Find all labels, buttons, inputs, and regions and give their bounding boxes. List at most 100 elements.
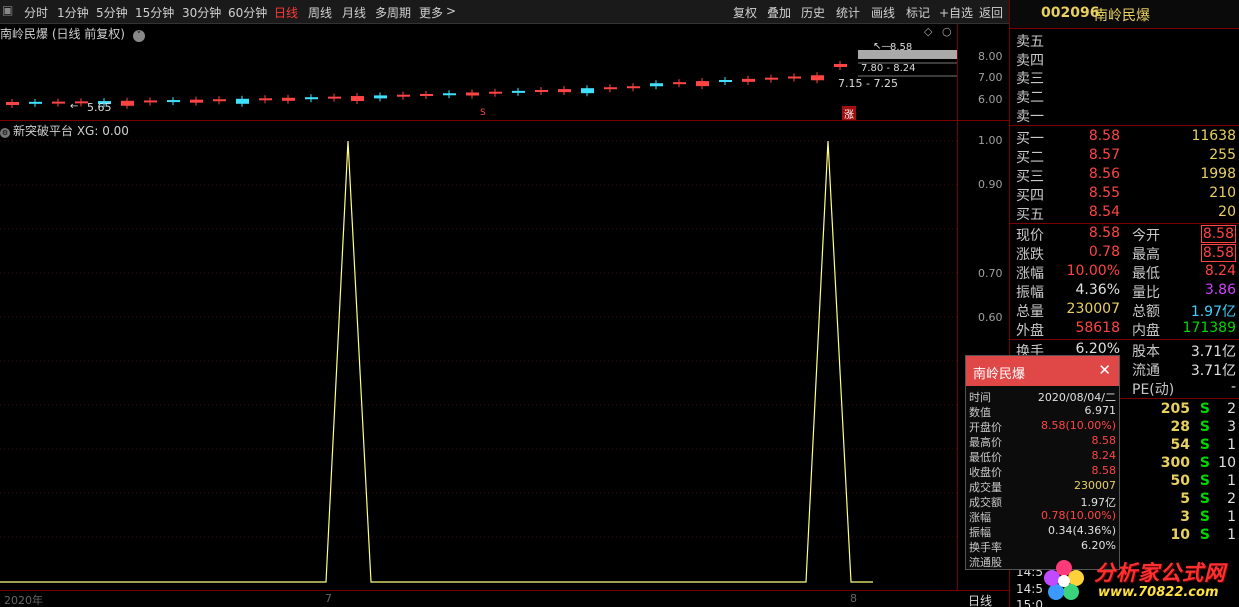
candle-body[interactable] xyxy=(190,99,203,103)
tooltip-key: 振幅 xyxy=(969,526,991,539)
restore-rights-button[interactable]: 复权 xyxy=(733,4,757,21)
period-tab-intraday[interactable]: 分时 xyxy=(24,4,48,21)
candle-body[interactable] xyxy=(719,80,732,83)
candle-body[interactable] xyxy=(167,100,180,103)
more-chevron-icon[interactable]: > xyxy=(446,4,456,18)
bid-row[interactable]: 买三 8.56 1998 xyxy=(1010,166,1239,185)
ask-row[interactable]: 卖一 xyxy=(1010,106,1239,125)
candle-body[interactable] xyxy=(29,101,42,104)
bid-price: 8.55 xyxy=(1088,185,1120,201)
candle-body[interactable] xyxy=(489,91,502,94)
candle-body[interactable] xyxy=(466,92,479,96)
period-tab-more[interactable]: 更多 xyxy=(419,4,443,21)
candle-body[interactable] xyxy=(811,75,824,81)
tick-side: S xyxy=(1199,455,1210,471)
ask-row[interactable]: 卖二 xyxy=(1010,87,1239,106)
candle-body[interactable] xyxy=(6,102,19,105)
candle-body[interactable] xyxy=(581,88,594,94)
candle-body[interactable] xyxy=(443,93,456,96)
candle-body[interactable] xyxy=(742,78,755,82)
candle-body[interactable] xyxy=(650,83,663,87)
history-button[interactable]: 历史 xyxy=(801,4,825,21)
period-tab-5min[interactable]: 5分钟 xyxy=(96,4,128,21)
bid-row[interactable]: 买二 8.57 255 xyxy=(1010,147,1239,166)
bid-row[interactable]: 买四 8.55 210 xyxy=(1010,185,1239,204)
ask-row[interactable]: 卖五 xyxy=(1010,31,1239,50)
tooltip-row: 收盘价 8.58 xyxy=(966,464,1119,479)
tick-time: 15:0 xyxy=(1016,598,1043,607)
candle-body[interactable] xyxy=(121,100,134,106)
stat-label: 股本 xyxy=(1132,344,1160,360)
tick-side: S xyxy=(1199,437,1210,453)
tooltip-value: 8.58(10.00%) xyxy=(1040,419,1116,432)
stat-label: 今开 xyxy=(1132,228,1160,244)
candle-body[interactable] xyxy=(52,101,65,104)
tooltip-row: 涨幅 0.78(10.00%) xyxy=(966,509,1119,524)
period-tab-15min[interactable]: 15分钟 xyxy=(135,4,174,21)
candle-body[interactable] xyxy=(834,64,847,67)
tooltip-row: 开盘价 8.58(10.00%) xyxy=(966,419,1119,434)
candle-body[interactable] xyxy=(420,94,433,96)
candle-body[interactable] xyxy=(512,90,525,93)
candle-body[interactable] xyxy=(397,94,410,97)
candle-body[interactable] xyxy=(627,86,640,89)
candle-body[interactable] xyxy=(788,76,801,79)
range-label-1: 7.80 - 8.24 xyxy=(861,63,916,74)
tooltip-key: 涨幅 xyxy=(969,511,991,524)
candle-body[interactable] xyxy=(604,87,617,90)
period-tab-monthly[interactable]: 月线 xyxy=(342,4,366,21)
candle-body[interactable] xyxy=(282,97,295,101)
candle-body[interactable] xyxy=(351,96,364,102)
watermark: 分析家公式网 www.70822.com xyxy=(1040,553,1239,607)
bid-label: 买二 xyxy=(1016,150,1044,166)
stat-label: PE(动) xyxy=(1132,382,1175,398)
back-button[interactable]: 返回 xyxy=(979,4,1003,21)
amplitude: 4.36% xyxy=(1075,282,1120,298)
pe-ratio: - xyxy=(1230,379,1236,395)
statistics-button[interactable]: 统计 xyxy=(836,4,860,21)
bid-row[interactable]: 买五 8.54 20 xyxy=(1010,204,1239,223)
ask-row[interactable]: 卖三 xyxy=(1010,68,1239,87)
menu-icon[interactable]: ▣ xyxy=(2,3,13,17)
candle-body[interactable] xyxy=(374,95,387,99)
candle-body[interactable] xyxy=(236,98,249,104)
period-tab-multi[interactable]: 多周期 xyxy=(375,4,411,21)
candle-body[interactable] xyxy=(673,82,686,85)
period-tab-weekly[interactable]: 周线 xyxy=(308,4,332,21)
tick-count: 1 xyxy=(1227,527,1236,543)
signal-s-marker[interactable]: S xyxy=(480,108,486,118)
add-watchlist-button[interactable]: +自选 xyxy=(939,4,973,21)
limit-up-marker[interactable]: 涨 xyxy=(842,106,856,121)
divider xyxy=(1010,339,1239,340)
mark-button[interactable]: 标记 xyxy=(906,4,930,21)
close-icon[interactable]: ✕ xyxy=(1098,361,1111,379)
tick-count: 1 xyxy=(1227,473,1236,489)
period-tab-1min[interactable]: 1分钟 xyxy=(57,4,89,21)
tick-side: S xyxy=(1199,473,1210,489)
period-tab-30min[interactable]: 30分钟 xyxy=(182,4,221,21)
indicator-chart[interactable] xyxy=(0,121,957,590)
candle-body[interactable] xyxy=(558,89,571,93)
stat-label: 最低 xyxy=(1132,266,1160,282)
candle-body[interactable] xyxy=(213,99,226,102)
candle-body[interactable] xyxy=(259,98,272,101)
bid-row[interactable]: 买一 8.58 11638 xyxy=(1010,128,1239,147)
candle-body[interactable] xyxy=(305,97,318,100)
candle-body[interactable] xyxy=(765,77,778,80)
candle-body[interactable] xyxy=(144,100,157,103)
indicator-axis-label: 1.00 xyxy=(978,134,1003,147)
overlay-button[interactable]: 叠加 xyxy=(767,4,791,21)
draw-line-button[interactable]: 画线 xyxy=(871,4,895,21)
divider xyxy=(1010,223,1239,224)
candle-body[interactable] xyxy=(696,81,709,87)
period-tab-60min[interactable]: 60分钟 xyxy=(228,4,267,21)
candle-body[interactable] xyxy=(328,96,341,99)
stat-label: 最高 xyxy=(1132,247,1160,263)
tick-count: 2 xyxy=(1227,401,1236,417)
stat-label: 内盘 xyxy=(1132,323,1160,339)
period-tab-daily[interactable]: 日线 xyxy=(274,4,298,21)
stat-label: 外盘 xyxy=(1016,323,1044,339)
ask-row[interactable]: 卖四 xyxy=(1010,50,1239,69)
candle-body[interactable] xyxy=(535,90,548,93)
period-indicator[interactable]: 日线 xyxy=(968,592,992,607)
